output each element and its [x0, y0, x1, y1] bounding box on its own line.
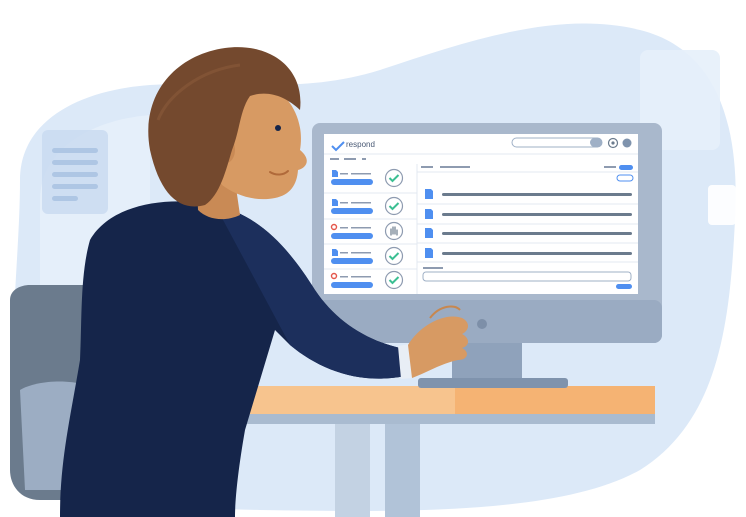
check-circle-icon	[384, 196, 404, 216]
nav-tab-1[interactable]	[330, 158, 339, 160]
primary-action-button[interactable]	[619, 165, 633, 170]
nav-tab-3[interactable]	[362, 158, 366, 160]
search-button[interactable]	[590, 138, 602, 147]
document-icon	[425, 189, 433, 199]
monitor-stand-base	[418, 378, 568, 388]
check-circle-icon	[384, 270, 404, 290]
comment-input[interactable]	[422, 271, 632, 282]
check-circle-icon	[384, 246, 404, 266]
submit-button[interactable]	[616, 284, 632, 289]
avatar[interactable]	[622, 138, 632, 148]
document-icon	[425, 228, 433, 238]
app-logo-text: respond	[346, 140, 375, 149]
background-card-left	[42, 130, 108, 214]
secondary-action-button[interactable]	[616, 174, 634, 182]
list-item-button	[331, 233, 373, 239]
search-input[interactable]	[511, 137, 603, 148]
illustration: respond	[10, 23, 736, 517]
nav-tab-2[interactable]	[344, 158, 356, 160]
eye	[275, 125, 281, 131]
document-icon	[425, 248, 433, 258]
list-item-button	[331, 208, 373, 214]
hand-icon	[384, 221, 404, 241]
list-item-button	[331, 258, 373, 264]
document-icon	[425, 209, 433, 219]
list-item-button	[331, 179, 373, 185]
list-item-button	[331, 282, 373, 288]
check-circle-icon	[384, 168, 404, 188]
monitor-power-button	[477, 319, 487, 329]
